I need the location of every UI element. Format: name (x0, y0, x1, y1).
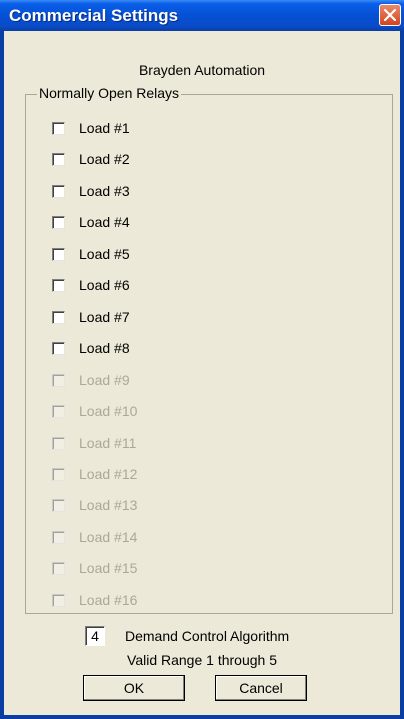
load-16-label: Load #16 (79, 592, 138, 608)
load-1-row[interactable]: Load #1 (52, 119, 130, 137)
load-2-label: Load #2 (79, 151, 130, 167)
close-button[interactable] (379, 4, 401, 26)
load-12-checkbox (52, 467, 65, 481)
load-6-checkbox[interactable] (52, 278, 65, 292)
load-11-row: Load #11 (52, 434, 136, 452)
load-12-label: Load #12 (79, 466, 138, 482)
load-2-row[interactable]: Load #2 (52, 150, 130, 168)
load-8-checkbox[interactable] (52, 341, 65, 355)
load-9-label: Load #9 (79, 372, 130, 388)
load-13-label: Load #13 (79, 497, 138, 513)
load-10-label: Load #10 (79, 403, 138, 419)
load-7-checkbox[interactable] (52, 310, 65, 324)
ok-button[interactable]: OK (83, 675, 185, 701)
load-11-label: Load #11 (79, 435, 137, 451)
load-12-row: Load #12 (52, 465, 137, 483)
cancel-button[interactable]: Cancel (215, 675, 307, 701)
window-title: Commercial Settings (9, 6, 179, 25)
load-9-row: Load #9 (52, 371, 130, 389)
commercial-settings-dialog: Commercial Settings Brayden Automation N… (0, 0, 404, 719)
range-label: Valid Range 1 through 5 (127, 652, 277, 668)
load-13-checkbox (52, 498, 65, 512)
close-icon (384, 9, 396, 21)
load-16-row: Load #16 (52, 591, 137, 609)
load-15-label: Load #15 (79, 560, 138, 576)
load-2-checkbox[interactable] (52, 152, 65, 166)
load-9-checkbox (52, 373, 65, 387)
load-3-checkbox[interactable] (52, 184, 65, 198)
load-5-checkbox[interactable] (52, 247, 65, 261)
load-7-label: Load #7 (79, 309, 130, 325)
load-15-checkbox (52, 561, 65, 575)
load-14-row: Load #14 (52, 528, 137, 546)
load-1-checkbox[interactable] (52, 121, 65, 135)
load-8-label: Load #8 (79, 340, 130, 356)
algorithm-label: Demand Control Algorithm (125, 628, 290, 644)
load-4-checkbox[interactable] (52, 215, 65, 229)
relays-group-label: Normally Open Relays (37, 85, 182, 101)
company-name: Brayden Automation (138, 62, 266, 78)
load-16-checkbox (52, 593, 65, 607)
load-4-row[interactable]: Load #4 (52, 213, 130, 231)
load-10-row: Load #10 (52, 402, 137, 420)
load-6-label: Load #6 (79, 277, 130, 293)
load-14-label: Load #14 (79, 529, 138, 545)
load-3-row[interactable]: Load #3 (52, 182, 130, 200)
title-bar[interactable]: Commercial Settings (0, 0, 404, 31)
load-14-checkbox (52, 530, 65, 544)
load-13-row: Load #13 (52, 496, 137, 514)
load-5-row[interactable]: Load #5 (52, 245, 130, 263)
load-7-row[interactable]: Load #7 (52, 308, 130, 326)
load-15-row: Load #15 (52, 559, 137, 577)
algorithm-input[interactable]: 4 (85, 626, 105, 646)
load-8-row[interactable]: Load #8 (52, 339, 130, 357)
load-5-label: Load #5 (79, 246, 130, 262)
load-10-checkbox (52, 404, 65, 418)
load-4-label: Load #4 (79, 214, 130, 230)
load-6-row[interactable]: Load #6 (52, 276, 130, 294)
load-1-label: Load #1 (79, 120, 130, 136)
load-3-label: Load #3 (79, 183, 130, 199)
load-11-checkbox (52, 436, 65, 450)
